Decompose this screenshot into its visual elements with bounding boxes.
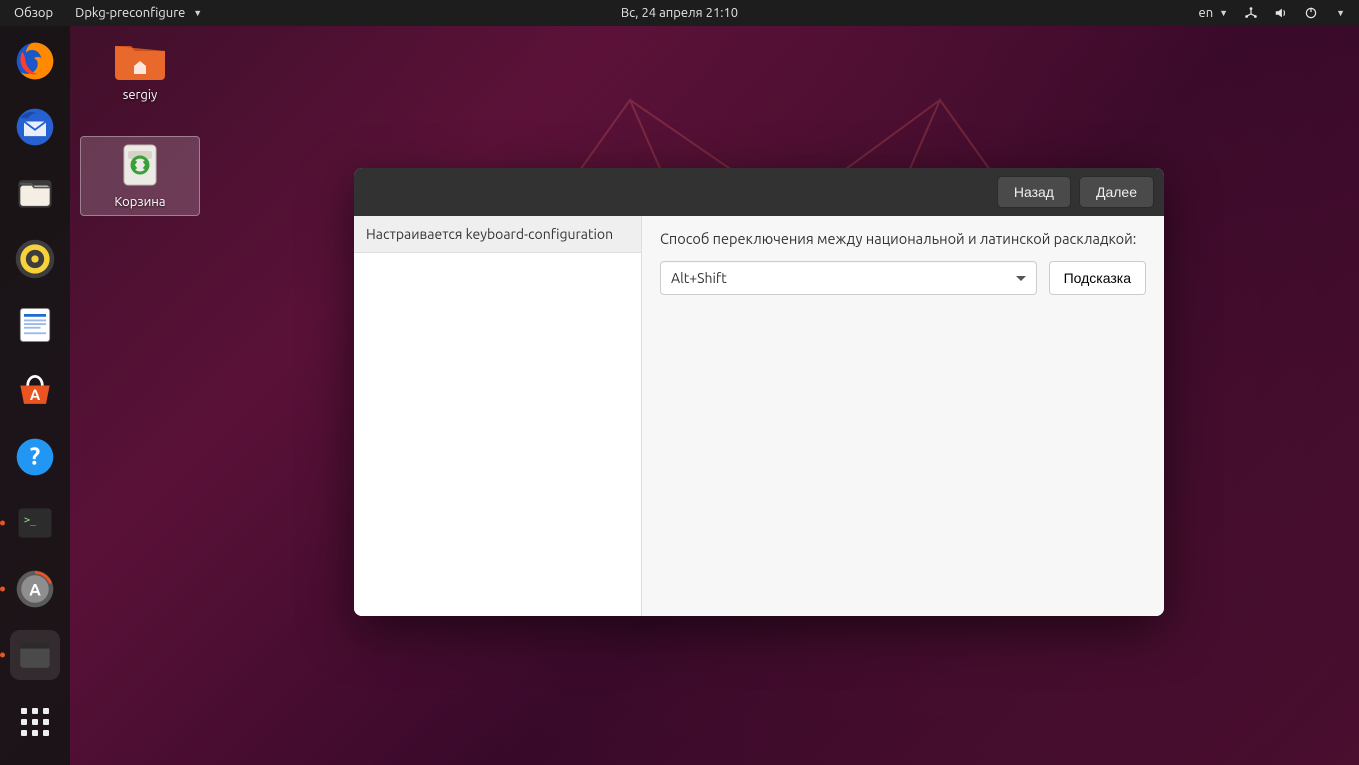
combo-value: Alt+Shift <box>671 270 727 286</box>
dock-thunderbird[interactable] <box>10 102 60 152</box>
svg-text:A: A <box>30 386 41 403</box>
keyboard-layout-label: en <box>1199 6 1214 20</box>
svg-text:?: ? <box>30 442 40 469</box>
dock-terminal[interactable]: >_ <box>10 498 60 548</box>
power-indicator[interactable] <box>1304 6 1318 20</box>
dock-files[interactable] <box>10 168 60 218</box>
desktop-home-folder[interactable]: sergiy <box>80 36 200 102</box>
dock-updater[interactable]: A <box>10 564 60 614</box>
dock-software[interactable]: A <box>10 366 60 416</box>
chevron-down-icon: ▼ <box>193 8 202 18</box>
music-icon <box>13 237 57 281</box>
help-icon: ? <box>13 435 57 479</box>
svg-text:>_: >_ <box>24 515 37 526</box>
thunderbird-icon <box>13 105 57 149</box>
dialog-sidebar: Настраивается keyboard-configuration <box>354 216 642 616</box>
show-applications[interactable] <box>10 697 60 747</box>
keyboard-layout-indicator[interactable]: en ▼ <box>1199 6 1229 20</box>
desktop-trash[interactable]: Корзина <box>80 136 200 216</box>
volume-indicator[interactable] <box>1274 6 1288 20</box>
network-icon <box>1244 6 1258 20</box>
system-menu-toggle[interactable]: ▼ <box>1334 8 1345 18</box>
clock[interactable]: Вс, 24 апреля 21:10 <box>621 6 738 20</box>
dock-help[interactable]: ? <box>10 432 60 482</box>
dialog-main: Способ переключения между национальной и… <box>642 216 1164 616</box>
dock-firefox[interactable] <box>10 36 60 86</box>
field-label: Способ переключения между национальной и… <box>660 230 1146 247</box>
network-indicator[interactable] <box>1244 6 1258 20</box>
updater-icon: A <box>13 567 57 611</box>
desktop-trash-label: Корзина <box>81 195 199 209</box>
preconfigure-dialog: Назад Далее Настраивается keyboard-confi… <box>354 168 1164 616</box>
app-menu[interactable]: Dpkg-preconfigure ▼ <box>67 6 210 20</box>
chevron-down-icon: ▼ <box>1219 8 1228 18</box>
activities-button[interactable]: Обзор <box>0 6 67 20</box>
dock: A ? >_ A <box>0 26 70 765</box>
dock-writer[interactable] <box>10 300 60 350</box>
software-icon: A <box>13 369 57 413</box>
power-icon <box>1304 6 1318 20</box>
document-icon <box>13 303 57 347</box>
sidebar-step[interactable]: Настраивается keyboard-configuration <box>354 216 641 253</box>
files-icon <box>13 171 57 215</box>
dock-rhythmbox[interactable] <box>10 234 60 284</box>
top-bar: Обзор Dpkg-preconfigure ▼ Вс, 24 апреля … <box>0 0 1359 26</box>
svg-text:A: A <box>29 581 41 599</box>
chevron-down-icon <box>1016 276 1026 281</box>
chevron-down-icon: ▼ <box>1336 8 1345 18</box>
dock-preconfigure[interactable] <box>10 630 60 680</box>
volume-icon <box>1274 6 1288 20</box>
back-button[interactable]: Назад <box>997 176 1071 208</box>
hint-button[interactable]: Подсказка <box>1049 261 1146 295</box>
dialog-body: Настраивается keyboard-configuration Спо… <box>354 216 1164 616</box>
layout-switch-combo[interactable]: Alt+Shift <box>660 261 1037 295</box>
folder-home-icon <box>113 36 167 80</box>
window-icon <box>13 633 57 677</box>
trash-icon <box>118 141 162 189</box>
app-menu-label: Dpkg-preconfigure <box>75 6 185 20</box>
firefox-icon <box>13 39 57 83</box>
desktop-home-label: sergiy <box>80 88 200 102</box>
next-button[interactable]: Далее <box>1079 176 1154 208</box>
terminal-icon: >_ <box>13 501 57 545</box>
dialog-header: Назад Далее <box>354 168 1164 216</box>
